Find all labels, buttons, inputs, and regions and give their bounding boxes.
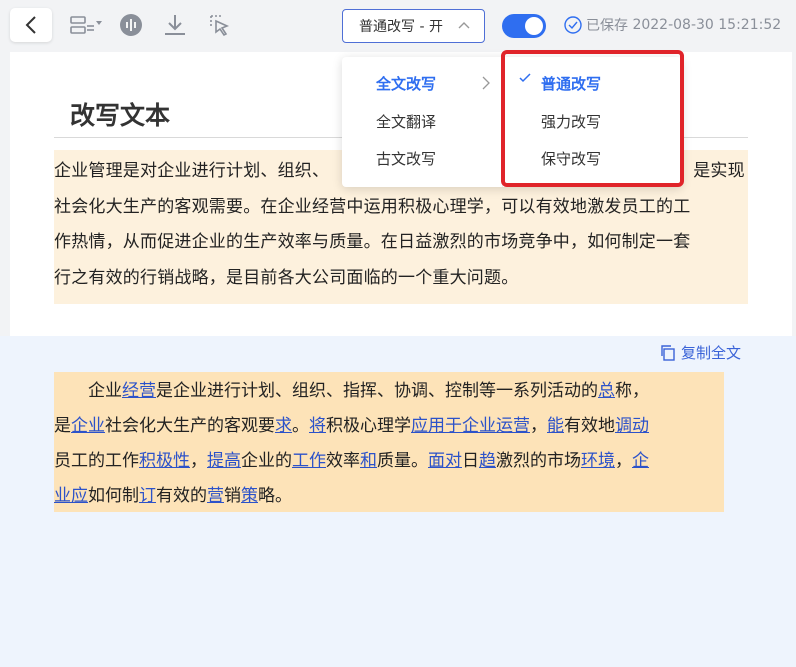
submenu-item-strong[interactable]: 强力改写 <box>541 111 601 132</box>
changed-word[interactable]: 积极性 <box>139 451 190 471</box>
changed-word[interactable]: 营 <box>207 486 224 506</box>
result-text-segment: 是企业进行计划、组织、指挥、协调、控制等一系列活动的 <box>156 381 598 401</box>
changed-word[interactable]: 企业 <box>71 416 105 436</box>
result-text-segment: 激烈的市场 <box>496 451 581 471</box>
audio-wave-icon[interactable] <box>118 13 144 37</box>
dropdown-main-menu: 全文改写 全文翻译 古文改写 <box>342 57 502 187</box>
rewrite-mode-select[interactable]: 普通改写 - 开 <box>342 9 485 43</box>
cursor-select-icon[interactable] <box>206 13 232 37</box>
changed-word[interactable]: 经营 <box>122 381 156 401</box>
result-text-segment: 效率 <box>326 451 360 471</box>
changed-word[interactable]: 工作 <box>292 451 326 471</box>
changed-word[interactable]: 订 <box>139 486 156 506</box>
changed-word[interactable]: 趋 <box>479 451 496 471</box>
submenu-item-normal[interactable]: 普通改写 <box>541 73 601 94</box>
save-status-label: 已保存 <box>586 18 628 34</box>
result-text-segment: 称， <box>615 381 649 401</box>
back-button[interactable] <box>10 8 52 42</box>
result-text-segment: 积极心理学 <box>326 416 411 436</box>
result-text-segment: 销 <box>224 486 241 506</box>
menu-item-full-translate[interactable]: 全文翻译 <box>376 111 436 132</box>
result-text-segment: 是 <box>54 416 71 436</box>
copy-icon <box>661 344 675 361</box>
chevron-right-icon <box>482 76 490 90</box>
result-line: 企业经营是企业进行计划、组织、指挥、协调、控制等一系列活动的总称， <box>54 374 724 409</box>
submenu-item-conservative[interactable]: 保守改写 <box>541 148 601 169</box>
changed-word[interactable]: 将 <box>309 416 326 436</box>
result-text-segment: 企业 <box>54 381 122 401</box>
copy-all-label: 复制全文 <box>681 344 742 362</box>
changed-word[interactable]: 策 <box>241 486 258 506</box>
changed-word[interactable]: 环境 <box>581 451 615 471</box>
menu-item-classical-rewrite[interactable]: 古文改写 <box>376 148 436 169</box>
original-line: 社会化大生产的客观需要。在企业经营中运用积极心理学，可以有效地激发员工的工 <box>54 196 691 217</box>
result-text-segment: 如何制 <box>88 486 139 506</box>
result-text-segment: 日 <box>462 451 479 471</box>
changed-word[interactable]: 应用于企业运营 <box>411 416 530 436</box>
toolbar: 普通改写 - 开 已保存 2022-08-30 15:21:52 <box>0 0 796 52</box>
result-text-segment: 企业的 <box>241 451 292 471</box>
changed-word[interactable]: 调动 <box>615 416 649 436</box>
changed-word[interactable]: 和 <box>360 451 377 471</box>
chevron-left-icon <box>25 16 36 34</box>
result-text-segment: 质量。 <box>377 451 428 471</box>
result-text-segment: 员工的工作 <box>54 451 139 471</box>
rewrite-mode-dropdown: 全文改写 全文翻译 古文改写 普通改写 强力改写 保守改写 <box>342 57 682 187</box>
changed-word[interactable]: 企 <box>632 451 649 471</box>
changed-word[interactable]: 面对 <box>428 451 462 471</box>
rewrite-mode-label: 普通改写 - 开 <box>359 19 443 35</box>
result-text-segment: 有效的 <box>156 486 207 506</box>
result-text-segment: ， <box>190 451 207 471</box>
result-line: 员工的工作积极性，提高企业的工作效率和质量。面对日趋激烈的市场环境，企 <box>54 444 724 479</box>
original-line: 作热情，从而促进企业的生产效率与质量。在日益激烈的市场竞争中，如何制定一套 <box>54 232 691 252</box>
result-line: 是企业社会化大生产的客观要求。将积极心理学应用于企业运营，能有效地调动 <box>54 409 724 444</box>
changed-word[interactable]: 业应 <box>54 486 88 506</box>
save-status-time: 2022-08-30 15:21:52 <box>632 17 782 33</box>
dropdown-sub-menu: 普通改写 强力改写 保守改写 <box>502 57 682 187</box>
original-line: 企业管理是对企业进行计划、组织、 <box>54 161 330 181</box>
rewrite-toggle[interactable] <box>502 14 546 38</box>
result-text-segment: 略。 <box>258 486 292 506</box>
changed-word[interactable]: 提高 <box>207 451 241 471</box>
changed-word[interactable]: 总 <box>598 381 615 401</box>
check-icon <box>519 73 531 83</box>
original-line-tail: ，是实现 <box>676 161 745 181</box>
changed-word[interactable]: 能 <box>547 416 564 436</box>
toggle-knob <box>525 17 543 35</box>
copy-all-button[interactable]: 复制全文 <box>660 342 741 363</box>
check-circle-icon <box>564 16 582 34</box>
chevron-up-icon <box>458 22 470 29</box>
result-line: 业应如何制订有效的营销策略。 <box>54 479 724 514</box>
result-text-segment: ， <box>615 451 632 471</box>
result-text-segment: 有效地 <box>564 416 615 436</box>
original-line: 行之有效的行销战略，是目前各大公司面临的一个重大问题。 <box>54 267 519 288</box>
result-text: 企业经营是企业进行计划、组织、指挥、协调、控制等一系列活动的总称， 是企业社会化大… <box>54 372 724 512</box>
changed-word[interactable]: 求 <box>275 416 292 436</box>
result-text-segment: 社会化大生产的客观要 <box>105 416 275 436</box>
result-text-segment: 。 <box>292 416 309 436</box>
result-text-segment: ， <box>530 416 547 436</box>
download-icon[interactable] <box>162 13 188 37</box>
save-status: 已保存 2022-08-30 15:21:52 <box>564 15 781 35</box>
menu-item-full-rewrite[interactable]: 全文改写 <box>376 73 436 94</box>
layout-menu-icon[interactable] <box>70 13 104 37</box>
